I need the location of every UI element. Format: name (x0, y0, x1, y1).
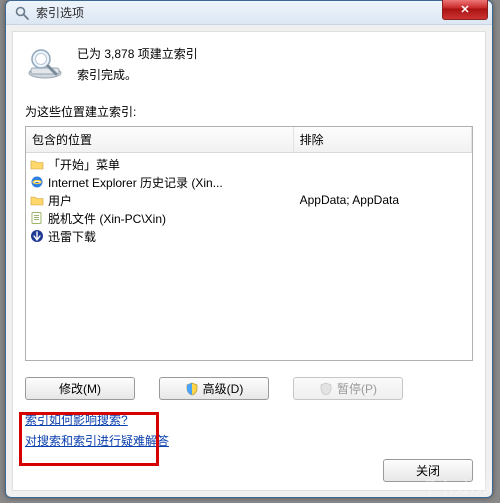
cell-exclude: AppData; AppData (294, 193, 472, 207)
shield-icon (319, 382, 333, 396)
titlebar[interactable]: 索引选项 ✕ (6, 1, 492, 25)
button-row: 修改(M) 高级(D) 暂停(P) (25, 377, 473, 400)
column-exclude[interactable]: 排除 (294, 127, 472, 152)
included-text: 用户 (48, 192, 72, 209)
list-item[interactable]: 迅雷下载 (26, 227, 472, 245)
magnifier-icon (14, 5, 30, 21)
link-troubleshoot-search-indexing[interactable]: 对搜索和索引进行疑难解答 (25, 434, 169, 448)
close-icon: ✕ (460, 3, 469, 16)
advanced-button[interactable]: 高级(D) (159, 377, 269, 400)
ie-icon (30, 175, 44, 189)
status-text: 已为 3,878 项建立索引 索引完成。 (77, 44, 198, 85)
cell-included: 「开始」菜单 (26, 156, 294, 173)
section-label: 为这些位置建立索引: (25, 103, 473, 120)
cell-included: Internet Explorer 历史记录 (Xin... (26, 174, 294, 191)
folder-icon (30, 193, 44, 207)
cell-included: 脱机文件 (Xin-PC\Xin) (26, 210, 294, 227)
window-title: 索引选项 (36, 4, 84, 21)
client-area: 已为 3,878 项建立索引 索引完成。 为这些位置建立索引: 包含的位置 排除… (12, 31, 486, 491)
cell-included: 用户 (26, 192, 294, 209)
status-line-1: 已为 3,878 项建立索引 (77, 44, 198, 64)
drive-magnifier-icon (25, 46, 65, 80)
footer: 关闭 (25, 451, 473, 482)
folder-icon (30, 157, 44, 171)
status-line-2: 索引完成。 (77, 65, 198, 85)
dialog-window: 索引选项 ✕ 已为 3,878 项建立索引 索引完成。 为这些位置建立索引: (5, 0, 493, 498)
included-text: 迅雷下载 (48, 228, 96, 245)
included-text: Internet Explorer 历史记录 (Xin... (48, 174, 223, 191)
pause-button[interactable]: 暂停(P) (293, 377, 403, 400)
modify-button[interactable]: 修改(M) (25, 377, 135, 400)
column-included[interactable]: 包含的位置 (26, 127, 294, 152)
file-icon (30, 211, 44, 225)
list-body: 「开始」菜单Internet Explorer 历史记录 (Xin...用户 Ap… (26, 153, 472, 247)
xl-icon (30, 229, 44, 243)
list-item[interactable]: 脱机文件 (Xin-PC\Xin) (26, 209, 472, 227)
included-text: 「开始」菜单 (48, 156, 120, 173)
close-dialog-button[interactable]: 关闭 (383, 459, 473, 482)
locations-list: 包含的位置 排除 「开始」菜单Internet Explorer 历史记录 (X… (25, 126, 473, 361)
list-item[interactable]: Internet Explorer 历史记录 (Xin... (26, 173, 472, 191)
help-links: 索引如何影响搜索? 对搜索和索引进行疑难解答 (25, 410, 473, 451)
list-item[interactable]: 用户 AppData; AppData (26, 191, 472, 209)
link-how-indexing-affects-search[interactable]: 索引如何影响搜索? (25, 413, 128, 427)
close-button[interactable]: ✕ (442, 0, 488, 20)
shield-icon (185, 382, 199, 396)
list-item[interactable]: 「开始」菜单 (26, 155, 472, 173)
status-section: 已为 3,878 项建立索引 索引完成。 (25, 44, 473, 85)
included-text: 脱机文件 (Xin-PC\Xin) (48, 210, 166, 227)
cell-included: 迅雷下载 (26, 228, 294, 245)
list-header: 包含的位置 排除 (26, 127, 472, 153)
